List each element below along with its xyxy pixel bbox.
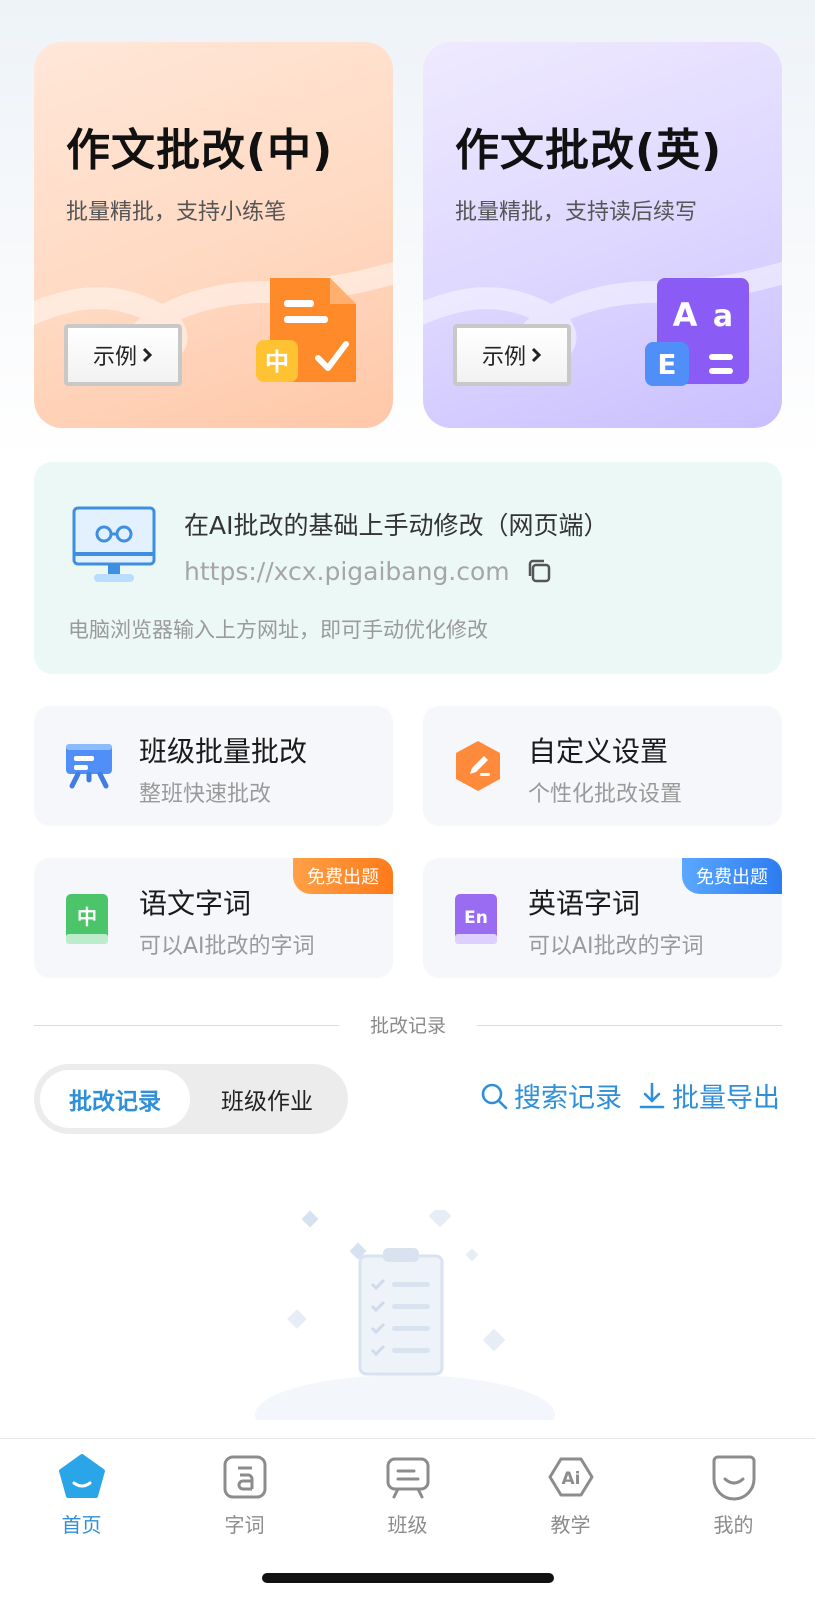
class-batch-correction-card[interactable]: 班级批量批改 整班快速批改	[34, 706, 393, 826]
chevron-right-icon	[142, 347, 153, 363]
whiteboard-icon	[66, 744, 112, 789]
tool-subtitle: 整班快速批改	[139, 782, 272, 807]
tab-label: 教学	[550, 1513, 591, 1537]
chinese-words-card[interactable]: 免费出题 中 语文字词 可以AI批改的字词	[34, 858, 393, 978]
tab-words[interactable]: 字词	[163, 1453, 326, 1538]
free-question-badge: 免费出题	[293, 858, 393, 894]
card-title: 作文批改(中)	[66, 125, 334, 176]
tool-subtitle: 可以AI批改的字词	[528, 934, 704, 959]
chinese-book-icon: 中	[66, 894, 108, 944]
english-book-icon: En	[455, 894, 497, 944]
chinese-essay-icon: 中	[256, 278, 356, 382]
tool-title: 班级批量批改	[139, 735, 308, 768]
profile-icon	[712, 1455, 755, 1501]
svg-text:中: 中	[265, 348, 289, 376]
home-icon	[58, 1454, 105, 1498]
tool-title: 语文字词	[139, 887, 252, 920]
svg-text:中: 中	[77, 905, 97, 929]
card-subtitle: 批量精批，支持读后续写	[455, 200, 698, 225]
tab-label: 首页	[61, 1513, 102, 1537]
tool-subtitle: 个性化批改设置	[528, 782, 683, 807]
tool-title: 英语字词	[528, 887, 641, 920]
svg-text:En: En	[464, 908, 488, 928]
home-indicator[interactable]	[262, 1573, 554, 1583]
segment-class-homework[interactable]: 班级作业	[192, 1070, 342, 1128]
batch-export-label: 批量导出	[672, 1083, 780, 1114]
example-label: 示例	[92, 345, 137, 370]
tab-label: 我的	[713, 1513, 754, 1537]
tab-label: 字词	[224, 1513, 265, 1537]
class-icon	[386, 1457, 429, 1499]
divider-line	[477, 1025, 782, 1026]
tab-class[interactable]: 班级	[326, 1453, 489, 1538]
chevron-right-icon	[531, 347, 542, 363]
tab-home[interactable]: 首页	[0, 1453, 163, 1538]
empty-clipboard-illustration	[255, 1210, 555, 1420]
web-url[interactable]: https://xcx.pigaibang.com	[184, 557, 510, 586]
batch-export-button[interactable]: 批量导出	[638, 1076, 780, 1115]
records-divider: 批改记录	[34, 1010, 782, 1040]
svg-text:A: A	[673, 296, 698, 334]
tool-subtitle: 可以AI批改的字词	[139, 934, 315, 959]
tab-profile[interactable]: 我的	[652, 1453, 815, 1538]
svg-text:E: E	[657, 348, 676, 381]
english-words-card[interactable]: 免费出题 En 英语字词 可以AI批改的字词	[423, 858, 782, 978]
word-icon	[223, 1455, 266, 1499]
edit-settings-icon	[456, 741, 500, 791]
search-records-button[interactable]: 搜索记录	[480, 1076, 622, 1115]
segment-correction-records[interactable]: 批改记录	[40, 1070, 190, 1128]
download-icon	[639, 1082, 665, 1108]
free-question-badge: 免费出题	[682, 858, 782, 894]
english-essay-icon: A a E	[645, 278, 749, 386]
monitor-icon	[72, 506, 156, 582]
example-label: 示例	[481, 345, 526, 370]
essay-correction-english-card[interactable]: 作文批改(英) 批量精批，支持读后续写 示例 A a E	[423, 42, 782, 428]
custom-settings-card[interactable]: 自定义设置 个性化批改设置	[423, 706, 782, 826]
example-button[interactable]: 示例	[453, 324, 571, 386]
card-subtitle: 批量精批，支持小练笔	[66, 200, 287, 225]
svg-text:Ai: Ai	[561, 1469, 580, 1489]
web-edit-card: 在AI批改的基础上手动修改（网页端） https://xcx.pigaibang…	[34, 462, 782, 674]
tab-label: 班级	[387, 1513, 428, 1537]
example-button[interactable]: 示例	[64, 324, 182, 386]
card-title: 作文批改(英)	[455, 125, 723, 176]
teaching-ai-icon: Ai	[548, 1457, 593, 1497]
search-icon	[481, 1083, 508, 1109]
tab-teaching[interactable]: Ai 教学	[489, 1453, 652, 1538]
copy-icon[interactable]	[526, 558, 552, 584]
essay-correction-chinese-card[interactable]: 作文批改(中) 批量精批，支持小练笔 示例 中	[34, 42, 393, 428]
records-segment-control: 批改记录 班级作业	[34, 1064, 348, 1134]
svg-text:a: a	[713, 299, 733, 334]
search-records-label: 搜索记录	[514, 1083, 622, 1114]
web-hint: 电脑浏览器输入上方网址，即可手动优化修改	[68, 618, 488, 642]
tool-title: 自定义设置	[528, 735, 669, 768]
web-edit-title: 在AI批改的基础上手动修改（网页端）	[184, 511, 609, 540]
